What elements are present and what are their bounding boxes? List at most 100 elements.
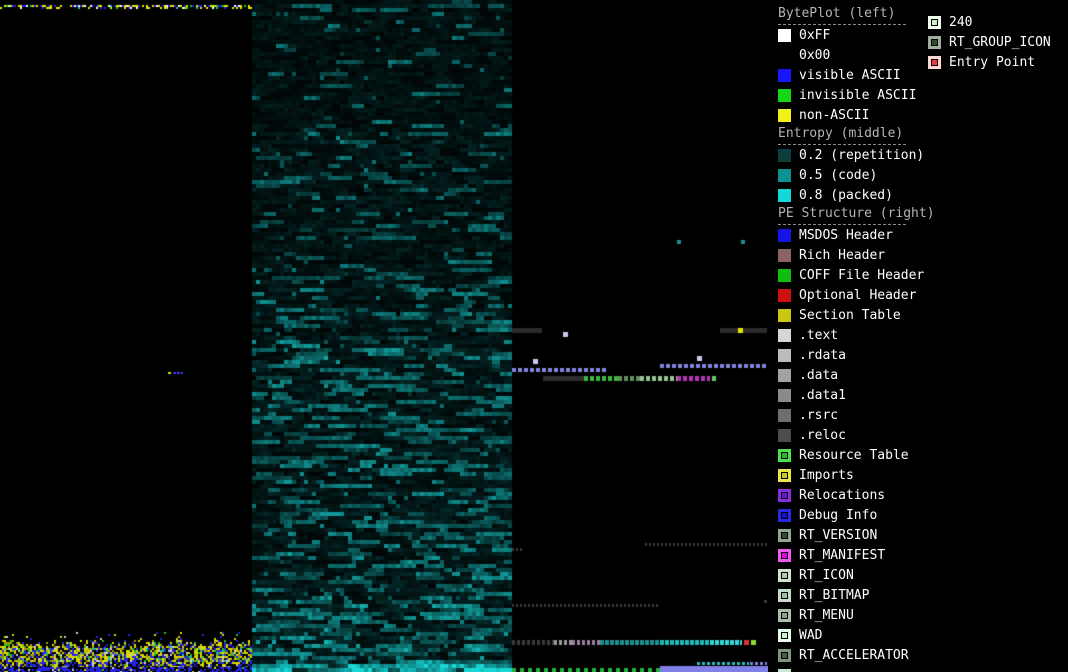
legend-item-label: Imports: [799, 467, 854, 483]
legend-item-rsrc: .rsrc: [778, 405, 948, 425]
legend-item-rt-bitmap: RT_BITMAP: [778, 585, 948, 605]
binary-visualization-canvas: [0, 0, 768, 672]
color-swatch: [778, 328, 791, 342]
legend-item-imports: Imports: [778, 465, 948, 485]
legend-item-optional-header: Optional Header: [778, 285, 948, 305]
legend-item-data: .data: [778, 365, 948, 385]
legend-item-entry-point: Entry Point: [928, 52, 1068, 72]
color-swatch: [778, 488, 791, 502]
legend-item-label: .reloc: [799, 427, 846, 443]
legend-item-rt-accelerator: RT_ACCELERATOR: [778, 645, 948, 665]
color-swatch: [778, 28, 791, 42]
legend-section-title-byteplot-left: BytePlot (left): [778, 5, 906, 25]
legend-item-label: RT_BITMAP: [799, 587, 870, 603]
color-swatch: [778, 548, 791, 562]
legend-item-label: 0x00: [799, 47, 831, 63]
legend-item-label: 0.5 (code): [799, 167, 878, 183]
color-swatch: [778, 408, 791, 422]
color-swatch: [928, 15, 941, 29]
color-swatch: [778, 288, 791, 302]
color-swatch: [778, 428, 791, 442]
legend-item-visible-ascii: visible ASCII: [778, 65, 948, 85]
color-swatch: [778, 508, 791, 522]
legend-item-label: COFF File Header: [799, 267, 925, 283]
color-swatch: [778, 108, 791, 122]
legend-item-0-8-packed: 0.8 (packed): [778, 185, 948, 205]
legend-item-rt-menu: RT_MENU: [778, 605, 948, 625]
legend-section-title-entropy-middle: Entropy (middle): [778, 125, 906, 145]
color-swatch: [778, 68, 791, 82]
legend-primary-column: BytePlot (left) 0xFF 0x00 visible ASCII invi…: [778, 5, 948, 672]
legend-item-debug-info: Debug Info: [778, 505, 948, 525]
color-swatch: [778, 48, 791, 62]
legend-item-relocations: Relocations: [778, 485, 948, 505]
color-swatch: [778, 268, 791, 282]
legend-item-label: 0xFF: [799, 27, 831, 43]
legend-item-0xff: 0xFF: [778, 25, 948, 45]
legend-item-label: RT_ICON: [799, 567, 854, 583]
legend-item-text: .text: [778, 325, 948, 345]
color-swatch: [778, 228, 791, 242]
legend-item-resource-table: Resource Table: [778, 445, 948, 465]
legend-item-msdos-header: MSDOS Header: [778, 225, 948, 245]
color-swatch: [778, 668, 791, 672]
legend-item-label: Rich Header: [799, 247, 886, 263]
color-swatch: [778, 388, 791, 402]
legend-item-rdata: .rdata: [778, 345, 948, 365]
legend-item-label: 0.2 (repetition): [799, 147, 925, 163]
legend-item-label: visible ASCII: [799, 67, 901, 83]
legend-item-label: WAD: [799, 627, 823, 643]
color-swatch: [778, 348, 791, 362]
color-swatch: [928, 35, 941, 49]
legend-item-label: RT_MENU: [799, 607, 854, 623]
legend-item-0x00: 0x00: [778, 45, 948, 65]
legend-item-rt-version: RT_VERSION: [778, 525, 948, 545]
legend-item-label: Resource Table: [799, 447, 909, 463]
legend-item-label: Entry Point: [949, 54, 1036, 70]
legend-item-label: Section Table: [799, 307, 901, 323]
legend-item-label: Debug Info: [799, 507, 878, 523]
legend-item-label: .data1: [799, 387, 846, 403]
legend-item-rt-group-icon: RT_GROUP_ICON: [928, 32, 1068, 52]
legend-item-rich-header: Rich Header: [778, 245, 948, 265]
legend-item-0-2-repetition: 0.2 (repetition): [778, 145, 948, 165]
legend-item-item: [778, 665, 948, 672]
color-swatch: [778, 188, 791, 202]
legend-item-label: non-ASCII: [799, 107, 870, 123]
legend-item-section-table: Section Table: [778, 305, 948, 325]
legend-item-label: RT_GROUP_ICON: [949, 34, 1051, 50]
color-swatch: [778, 448, 791, 462]
color-swatch: [778, 308, 791, 322]
color-swatch: [778, 368, 791, 382]
color-swatch: [778, 608, 791, 622]
color-swatch: [778, 468, 791, 482]
color-swatch: [778, 528, 791, 542]
color-swatch: [778, 568, 791, 582]
legend-item-coff-file-header: COFF File Header: [778, 265, 948, 285]
legend-item-label: RT_MANIFEST: [799, 547, 886, 563]
legend-item-0-5-code: 0.5 (code): [778, 165, 948, 185]
legend-item-240: 240: [928, 12, 1068, 32]
legend-item-label: Relocations: [799, 487, 886, 503]
legend-item-data1: .data1: [778, 385, 948, 405]
color-swatch: [778, 588, 791, 602]
legend-item-label: .rdata: [799, 347, 846, 363]
legend-item-label: Optional Header: [799, 287, 917, 303]
color-swatch: [778, 628, 791, 642]
legend-item-label: RT_VERSION: [799, 527, 878, 543]
color-swatch: [778, 88, 791, 102]
legend-item-label: 240: [949, 14, 973, 30]
legend-item-rt-icon: RT_ICON: [778, 565, 948, 585]
legend-item-wad: WAD: [778, 625, 948, 645]
legend-item-label: MSDOS Header: [799, 227, 893, 243]
legend-item-label: invisible ASCII: [799, 87, 917, 103]
color-swatch: [778, 648, 791, 662]
legend-item-label: 0.8 (packed): [799, 187, 893, 203]
legend-secondary-column: 240 RT_GROUP_ICON Entry Point: [928, 12, 1068, 72]
color-swatch: [928, 55, 941, 69]
legend-item-invisible-ascii: invisible ASCII: [778, 85, 948, 105]
color-swatch: [778, 168, 791, 182]
legend-item-label: RT_ACCELERATOR: [799, 647, 909, 663]
legend-item-rt-manifest: RT_MANIFEST: [778, 545, 948, 565]
legend-item-label: .data: [799, 367, 839, 383]
